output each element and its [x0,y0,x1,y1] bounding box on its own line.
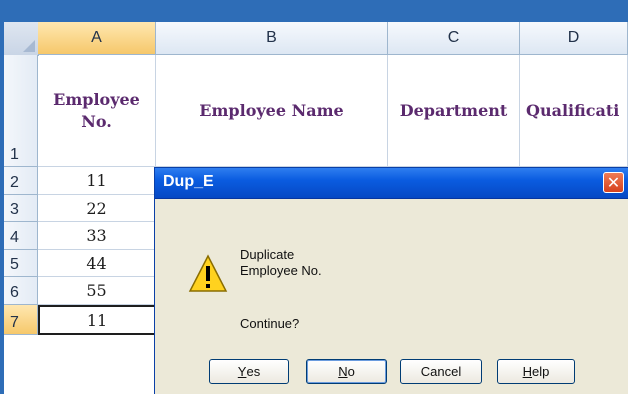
no-button[interactable]: No [306,359,387,384]
select-all-icon [23,40,35,52]
no-button-label: o [347,364,355,379]
yes-button-label: es [246,364,261,379]
row-header-7[interactable]: 7 [4,305,38,335]
dialog-message-line1: Duplicate [240,247,295,262]
yes-button[interactable]: Yes [209,359,289,384]
column-header-c[interactable]: C [388,22,520,55]
yes-button-accel: Y [237,364,247,379]
duplicate-warning-dialog: Dup_E ✕ Duplicate Employee No. Continue?… [155,168,628,394]
cell-a7-active[interactable]: 11 [38,305,156,335]
help-button[interactable]: Help [497,359,575,384]
header-cell-qualification[interactable]: Qualificati [520,55,628,167]
header-employee-no-line1: Employee [53,89,140,109]
column-header-a[interactable]: A [38,22,156,55]
cancel-button[interactable]: Cancel [400,359,482,384]
help-button-label: elp [532,364,550,379]
cell-a6[interactable]: 55 [38,277,156,305]
cell-a5[interactable]: 44 [38,250,156,277]
row-header-2[interactable]: 2 [4,167,38,195]
cell-a4[interactable]: 33 [38,222,156,250]
header-cell-employee-no[interactable]: Employee No. [38,55,156,167]
row-header-5[interactable]: 5 [4,250,38,277]
header-cell-employee-name[interactable]: Employee Name [156,55,388,167]
row-header-1[interactable]: 1 [4,55,38,167]
cell-a3[interactable]: 22 [38,195,156,222]
row-header-3[interactable]: 3 [4,195,38,222]
row-header-6[interactable]: 6 [4,277,38,305]
no-button-accel: N [338,364,348,379]
close-icon[interactable]: ✕ [603,172,624,193]
dialog-title: Dup_E [163,173,214,190]
window-frame-top [0,0,628,22]
warning-icon [188,254,228,292]
header-cell-department[interactable]: Department [388,55,520,167]
dialog-message-line2: Employee No. [240,263,322,278]
dialog-titlebar[interactable]: Dup_E ✕ [155,168,628,199]
select-all-corner[interactable] [4,22,39,56]
column-header-d[interactable]: D [520,22,628,55]
row-header-4[interactable]: 4 [4,222,38,250]
dialog-question: Continue? [240,316,300,331]
header-employee-no-line2: No. [81,111,112,131]
cell-a2[interactable]: 11 [38,167,156,195]
help-button-accel: H [522,364,533,379]
column-header-b[interactable]: B [156,22,388,55]
